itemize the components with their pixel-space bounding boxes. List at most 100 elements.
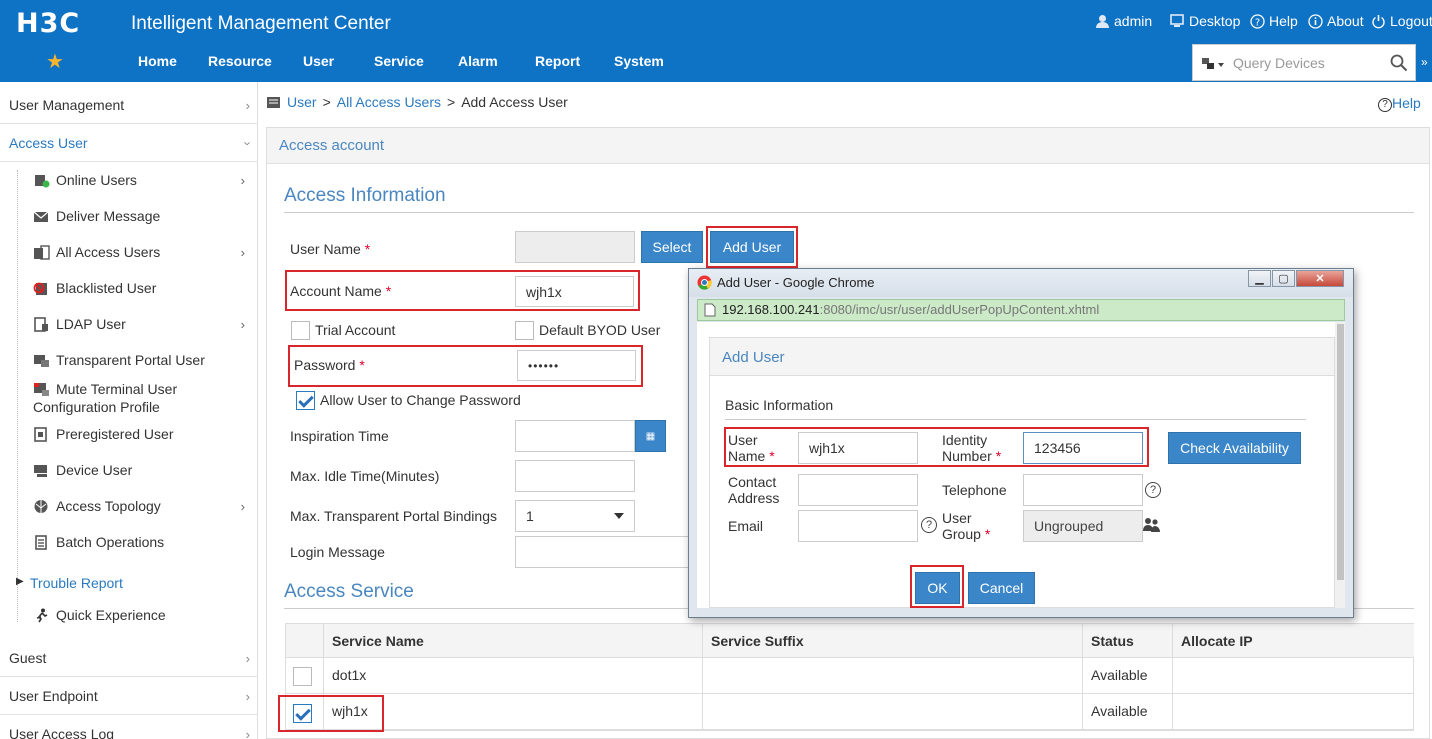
menu-alarm[interactable]: Alarm [458,53,498,69]
user-menu[interactable]: admin [1095,13,1152,29]
logout-label: Logout [1390,13,1432,29]
cancel-button[interactable]: Cancel [968,572,1035,604]
sidebar-item-preregistered-user[interactable]: Preregistered User [33,426,253,442]
allow-change-password-checkbox[interactable] [296,391,315,410]
required-mark: * [364,241,371,257]
identity-number-input[interactable]: 123456 [1023,432,1143,464]
sidebar-section-access-user[interactable]: Access User › [0,124,258,162]
email-help-icon[interactable]: ? [921,517,937,533]
telephone-input[interactable] [1023,474,1143,506]
favorites-star-icon[interactable]: ★ [46,52,64,72]
breadcrumb-all-access-users[interactable]: All Access Users [337,94,441,110]
help-icon: ? [1378,98,1392,112]
popup-address-bar[interactable]: 192.168.100.241:8080/imc/usr/user/addUse… [697,299,1345,321]
sidebar-section-guest[interactable]: Guest › [0,639,258,677]
sidebar-item-quick-experience[interactable]: Quick Experience [33,607,253,623]
menu-report[interactable]: Report [535,53,580,69]
sidebar-item-transparent-portal-user[interactable]: Transparent Portal User [33,352,253,368]
h3c-logo[interactable]: H3C [16,8,80,39]
minimize-icon[interactable]: ▁ [1248,270,1271,287]
about-menu[interactable]: About [1308,13,1364,29]
sidebar-section-user-access-log[interactable]: User Access Log › [0,715,258,739]
sidebar-item-configuration-profile[interactable]: Configuration Profile [33,399,160,415]
table-header-allocate-ip[interactable]: Allocate IP [1173,624,1414,658]
app-title: Intelligent Management Center [131,13,391,34]
section-label: User Access Log [9,726,115,739]
email-input[interactable] [798,510,918,542]
account-name-input[interactable]: wjh1x [515,276,634,307]
popup-user-name-input[interactable]: wjh1x [798,432,918,464]
user-icon [1096,14,1109,28]
help-menu[interactable]: ? Help [1250,13,1298,29]
menu-resource[interactable]: Resource [208,53,272,69]
divider [284,212,1414,213]
chevron-right-icon: › [245,98,250,113]
sidebar-item-access-topology[interactable]: Access Topology › [33,498,253,514]
table-cell-service-suffix [703,694,1083,730]
select-button[interactable]: Select [641,231,703,263]
search-icon[interactable] [1390,54,1408,72]
preregistered-icon [34,426,47,442]
expand-chevron-icon[interactable]: » [1421,55,1428,69]
password-input[interactable]: •••••• [517,350,636,381]
ok-button[interactable]: OK [915,572,960,604]
sidebar-section-user-management[interactable]: User Management › [0,86,258,124]
help-circle-icon: ? [1250,13,1265,29]
table-header-service-name[interactable]: Service Name [324,624,703,658]
calendar-icon[interactable]: ▦ [635,420,666,452]
sidebar-item-all-access-users[interactable]: All Access Users › [33,244,253,260]
max-idle-time-input[interactable] [515,460,635,492]
all-users-icon [34,244,50,260]
telephone-help-icon[interactable]: ? [1145,482,1161,498]
sidebar-item-label: All Access Users [56,244,161,260]
label-line: Identity [942,432,988,448]
logout-menu[interactable]: Logout [1371,13,1432,29]
email-label: Email [728,518,764,534]
sidebar-item-deliver-message[interactable]: Deliver Message [33,208,253,224]
menu-system[interactable]: System [614,53,664,69]
add-user-button[interactable]: Add User [710,231,794,263]
table-header-status[interactable]: Status [1083,624,1173,658]
identity-number-label: Identity Number * [942,432,1001,464]
sidebar-item-blacklisted-user[interactable]: Blacklisted User [33,280,253,296]
sidebar-item-label: Mute Terminal User [56,381,178,397]
query-devices-input[interactable] [1233,53,1373,73]
contact-address-input[interactable] [798,474,918,506]
breadcrumb-user[interactable]: User [287,94,317,110]
login-message-input[interactable] [515,536,695,568]
inspiration-time-input[interactable] [515,420,635,452]
sidebar-item-label: Deliver Message [56,208,161,224]
help-label: Help [1392,95,1421,111]
sidebar-item-trouble-report[interactable]: Trouble Report [30,575,123,591]
required-mark: * [995,448,1002,464]
sidebar-section-user-endpoint[interactable]: User Endpoint › [0,677,258,715]
check-availability-button[interactable]: Check Availability [1168,432,1301,464]
desktop-label: Desktop [1189,13,1241,29]
expand-triangle-icon[interactable]: ▶ [16,576,24,587]
menu-service[interactable]: Service [374,53,424,69]
default-byod-checkbox[interactable] [515,321,534,340]
max-portal-bindings-select[interactable]: 1 [515,500,635,532]
section-label: User Endpoint [9,688,98,704]
sidebar-item-ldap-user[interactable]: LDAP User › [33,316,253,332]
user-group-field[interactable]: Ungrouped [1023,510,1143,542]
table-header-service-suffix[interactable]: Service Suffix [703,624,1083,658]
sidebar-item-mute-terminal-user[interactable]: Mute Terminal User [33,381,253,397]
device-type-dropdown-icon[interactable] [1201,56,1227,72]
required-mark: * [984,526,991,542]
menu-user[interactable]: User [303,53,334,69]
sidebar-item-device-user[interactable]: Device User [33,462,253,478]
user-name-field[interactable] [515,231,635,263]
sidebar-item-online-users[interactable]: Online Users › [33,172,253,188]
desktop-link[interactable]: Desktop [1170,13,1240,29]
close-icon[interactable]: ✕ [1296,270,1344,287]
menu-home[interactable]: Home [138,53,177,69]
trial-account-checkbox[interactable] [291,321,310,340]
user-group-select-icon[interactable] [1143,517,1161,533]
page-help-link[interactable]: ? Help [1378,95,1421,112]
service-row-checkbox[interactable] [293,667,312,686]
popup-scrollbar-thumb[interactable] [1337,324,1344,580]
maximize-icon[interactable]: ▢ [1272,270,1295,287]
sidebar-item-batch-operations[interactable]: Batch Operations [33,534,253,550]
sidebar-item-label: Transparent Portal User [56,352,205,368]
